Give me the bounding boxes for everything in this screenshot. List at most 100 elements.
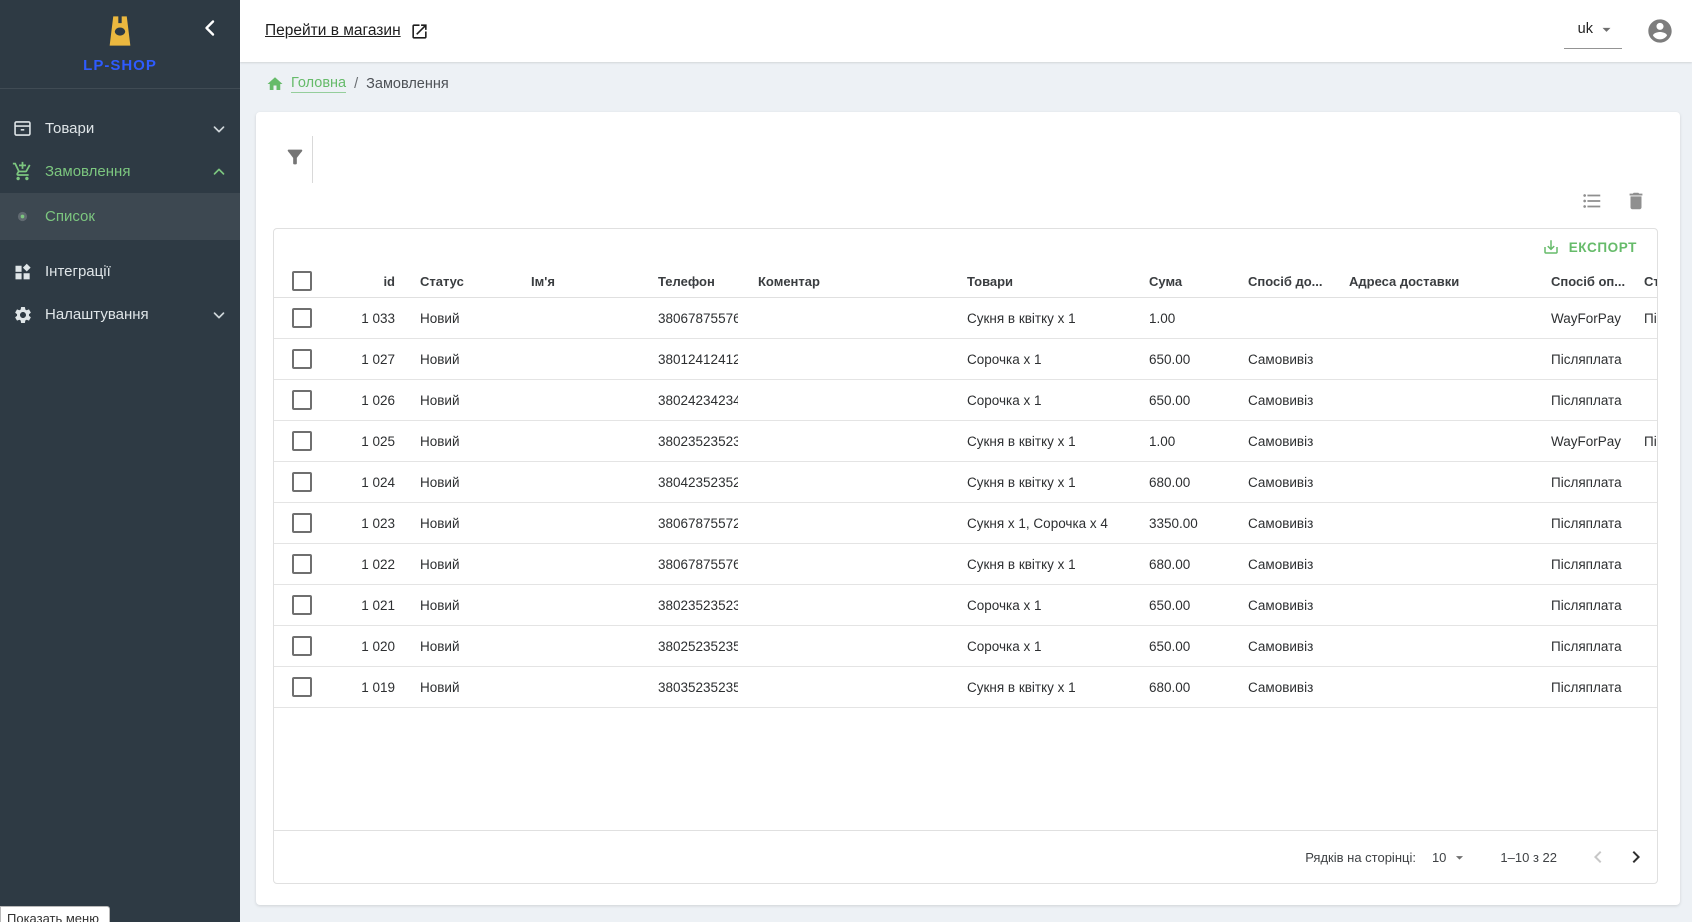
sidebar-item-orders[interactable]: Замовлення xyxy=(0,150,240,193)
language-select[interactable]: uk xyxy=(1564,14,1622,49)
caret-down-icon xyxy=(1451,849,1468,866)
cell-address xyxy=(1329,503,1531,544)
table-row[interactable]: 1 023 Новий 380678755722 Сукня x 1, Соро… xyxy=(274,503,1657,544)
chevron-right-icon[interactable] xyxy=(1623,844,1649,870)
table-row[interactable]: 1 027 Новий 380124124124 Сорочка x 1 650… xyxy=(274,339,1657,380)
column-header-delivery[interactable]: Спосіб до... xyxy=(1228,265,1329,298)
breadcrumb-home-link[interactable]: Головна xyxy=(266,75,346,93)
table-row[interactable]: 1 033 Новий 380678755765 Сукня в квітку … xyxy=(274,298,1657,339)
cell-status: Новий xyxy=(400,339,511,380)
column-list-icon[interactable] xyxy=(1581,190,1603,212)
column-header-phone[interactable]: Телефон xyxy=(638,265,738,298)
row-checkbox[interactable] xyxy=(292,390,312,410)
list-actions xyxy=(1581,190,1647,212)
cell-status: Новий xyxy=(400,462,511,503)
cell-phone: 380242342342 xyxy=(638,380,738,421)
breadcrumb-separator: / xyxy=(354,76,358,92)
row-checkbox[interactable] xyxy=(292,595,312,615)
sidebar-nav: Товари Замовлення Список xyxy=(0,89,240,336)
cell-products: Сорочка x 1 xyxy=(947,585,1129,626)
cell-payment: WayForPay xyxy=(1531,298,1632,339)
collapse-sidebar-icon[interactable] xyxy=(198,16,222,40)
cell-phone: 380678755765 xyxy=(638,298,738,339)
column-header-address[interactable]: Адреса доставки xyxy=(1329,265,1531,298)
row-checkbox-cell xyxy=(274,544,330,585)
row-checkbox[interactable] xyxy=(292,431,312,451)
row-checkbox[interactable] xyxy=(292,349,312,369)
table-empty-space xyxy=(274,708,1657,830)
table-header-row: id Статус Ім'я Телефон Коментар Товари С… xyxy=(274,265,1657,298)
cell-products: Сорочка x 1 xyxy=(947,380,1129,421)
select-all-checkbox[interactable] xyxy=(292,271,312,291)
cell-comment xyxy=(738,421,947,462)
pagination: Рядків на сторінці: 10 1–10 з 22 xyxy=(274,830,1657,883)
cell-products: Сукня в квітку x 1 xyxy=(947,421,1129,462)
table-row[interactable]: 1 021 Новий 380235235235 Сорочка x 1 650… xyxy=(274,585,1657,626)
go-to-store-link[interactable]: Перейти в магазин xyxy=(265,22,429,41)
row-checkbox[interactable] xyxy=(292,677,312,697)
cell-id: 1 027 xyxy=(330,339,400,380)
row-checkbox[interactable] xyxy=(292,636,312,656)
table-row[interactable]: 1 022 Новий 380678755765 Сукня в квітку … xyxy=(274,544,1657,585)
cell-sum: 650.00 xyxy=(1129,339,1228,380)
column-header-name[interactable]: Ім'я xyxy=(511,265,638,298)
cell-delivery: Самовивіз xyxy=(1228,462,1329,503)
cell-address xyxy=(1329,585,1531,626)
caret-down-icon xyxy=(1597,20,1616,39)
cell-payment: Післяплата xyxy=(1531,667,1632,708)
table-row[interactable]: 1 020 Новий 380252352352 Сорочка x 1 650… xyxy=(274,626,1657,667)
table-row[interactable]: 1 026 Новий 380242342342 Сорочка x 1 650… xyxy=(274,380,1657,421)
column-header-products[interactable]: Товари xyxy=(947,265,1129,298)
column-header-id[interactable]: id xyxy=(330,265,400,298)
row-checkbox[interactable] xyxy=(292,472,312,492)
orders-table: id Статус Ім'я Телефон Коментар Товари С… xyxy=(274,265,1657,708)
table-row[interactable]: 1 019 Новий 380352352353 Сукня в квітку … xyxy=(274,667,1657,708)
export-label: ЕКСПОРТ xyxy=(1569,240,1637,255)
avatar-icon[interactable] xyxy=(1646,17,1674,45)
cell-address xyxy=(1329,544,1531,585)
column-header-payment-status[interactable]: Ст xyxy=(1632,265,1657,298)
cell-payment-status xyxy=(1632,339,1657,380)
sidebar-item-products[interactable]: Товари xyxy=(0,107,240,150)
rows-per-page-select[interactable]: 10 xyxy=(1432,849,1468,866)
cell-products: Сорочка x 1 xyxy=(947,626,1129,667)
store-link-label: Перейти в магазин xyxy=(265,22,401,40)
row-checkbox-cell xyxy=(274,667,330,708)
column-header-sum[interactable]: Сума xyxy=(1129,265,1228,298)
cell-address xyxy=(1329,462,1531,503)
table-row[interactable]: 1 024 Новий 380423523523 Сукня в квітку … xyxy=(274,462,1657,503)
row-checkbox[interactable] xyxy=(292,554,312,574)
logo-text: LP-SHOP xyxy=(0,57,240,74)
column-header-payment[interactable]: Спосіб оп... xyxy=(1531,265,1632,298)
sidebar-item-integrations[interactable]: Інтеграції xyxy=(0,250,240,293)
cell-products: Сукня в квітку x 1 xyxy=(947,298,1129,339)
cell-comment xyxy=(738,667,947,708)
cell-payment: Післяплата xyxy=(1531,626,1632,667)
row-checkbox[interactable] xyxy=(292,308,312,328)
filter-funnel-icon[interactable] xyxy=(284,146,306,168)
cell-payment-status xyxy=(1632,667,1657,708)
cell-address xyxy=(1329,298,1531,339)
bullet-dot-icon xyxy=(12,206,33,227)
rows-per-page-label: Рядків на сторінці: xyxy=(1305,850,1416,865)
cell-payment: Післяплата xyxy=(1531,339,1632,380)
sidebar-item-label: Налаштування xyxy=(45,306,149,323)
row-checkbox-cell xyxy=(274,298,330,339)
row-checkbox-cell xyxy=(274,421,330,462)
sidebar-item-orders-list[interactable]: Список xyxy=(0,193,240,240)
cell-payment: Післяплата xyxy=(1531,380,1632,421)
cell-sum: 1.00 xyxy=(1129,421,1228,462)
column-header-comment[interactable]: Коментар xyxy=(738,265,947,298)
column-header-status[interactable]: Статус xyxy=(400,265,511,298)
cell-status: Новий xyxy=(400,544,511,585)
sidebar-item-settings[interactable]: Налаштування xyxy=(0,293,240,336)
logo[interactable]: LP-SHOP xyxy=(0,0,240,89)
row-checkbox[interactable] xyxy=(292,513,312,533)
cell-address xyxy=(1329,339,1531,380)
table-row[interactable]: 1 025 Новий 380235235235 Сукня в квітку … xyxy=(274,421,1657,462)
trash-icon[interactable] xyxy=(1625,190,1647,212)
status-tooltip: Показать меню xyxy=(0,906,110,922)
export-button[interactable]: ЕКСПОРТ xyxy=(1536,234,1643,260)
rows-per-page-value: 10 xyxy=(1432,850,1446,865)
cell-status: Новий xyxy=(400,585,511,626)
